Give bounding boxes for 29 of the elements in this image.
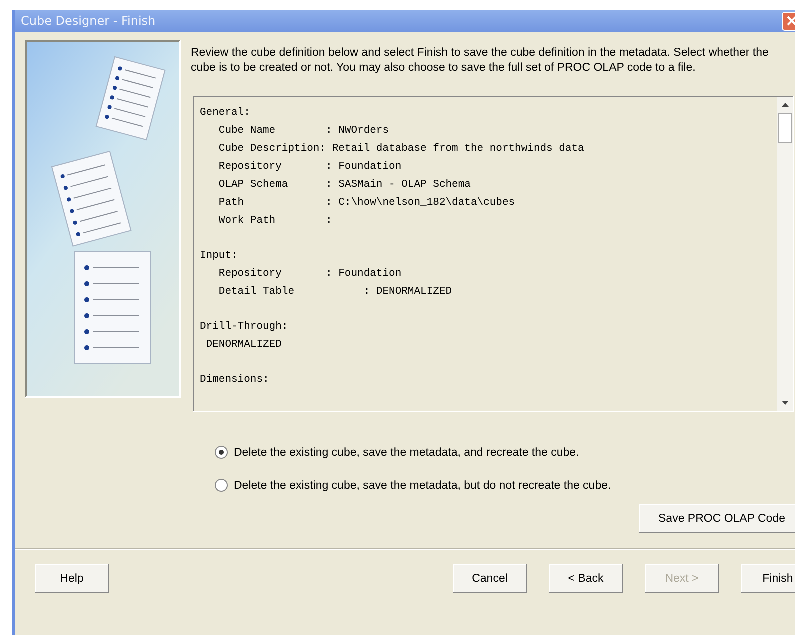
option-label: Delete the existing cube, save the metadata, and recreate the cube. bbox=[234, 446, 580, 458]
dialog-button[interactable]: Cancel bbox=[453, 564, 527, 593]
radio-button[interactable] bbox=[215, 479, 228, 492]
definition-line: OLAP Schema : SASMain - OLAP Schema bbox=[218, 178, 472, 193]
definition-line: Path : C:\how\nelson_182\data\cubes bbox=[218, 196, 516, 211]
section-heading: General: bbox=[200, 106, 252, 121]
radio-button[interactable] bbox=[215, 446, 228, 459]
save-code-button[interactable]: Save PROC OLAP Code bbox=[639, 504, 795, 533]
definition-line: Cube Name : NWOrders bbox=[218, 124, 390, 139]
definition-line: Detail Table : DENORMALIZED bbox=[218, 285, 454, 300]
dialog-button[interactable]: Help bbox=[35, 564, 109, 593]
definition-line: DENORMALIZED bbox=[205, 338, 283, 353]
option-label: Delete the existing cube, save the metadata, but do not recreate the cube. bbox=[234, 480, 612, 492]
scroll-thumb[interactable] bbox=[778, 113, 792, 143]
scrollbar[interactable] bbox=[777, 97, 793, 411]
section-heading: Input: bbox=[200, 249, 239, 264]
section-heading: Drill-Through: bbox=[200, 320, 290, 335]
dialog-button[interactable]: < Back bbox=[549, 564, 623, 593]
instructions-text: Review the cube definition below and select Finish to save the cube definition in the metadata. Select whether the cube is to be created or not. You may also choose to save the full set of PROC OLAP code to a file. bbox=[191, 46, 770, 76]
definition-line: Work Path : bbox=[218, 214, 334, 229]
definition-line: Repository : Foundation bbox=[218, 267, 403, 282]
up-arrow-icon bbox=[782, 103, 788, 107]
section-heading: Dimensions: bbox=[200, 373, 270, 388]
definition-line: Cube Description: Retail database from the northwinds data bbox=[218, 142, 586, 157]
dialog-button[interactable]: Finish bbox=[741, 564, 795, 593]
down-arrow-icon bbox=[782, 401, 788, 405]
definition-line: Repository : Foundation bbox=[218, 160, 403, 175]
window-title: Cube Designer - Finish bbox=[21, 14, 156, 28]
close-icon bbox=[786, 16, 795, 26]
